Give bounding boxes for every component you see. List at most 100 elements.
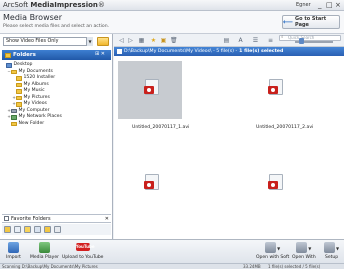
tree-item[interactable]: New Folder xyxy=(2,121,111,128)
app-title: ArcSoft MediaImpression® xyxy=(3,1,105,9)
sort-icon[interactable]: ▤ xyxy=(222,37,231,44)
file-thumbnail[interactable] xyxy=(118,156,182,214)
file-thumbnail[interactable] xyxy=(242,156,306,214)
folder-tree: Desktop − My Documents 1520 Installer My Alb… xyxy=(2,62,111,127)
upload-youtube-button[interactable]: YouTube Upload to YouTube xyxy=(62,242,103,260)
folder-icon[interactable]: ▣ xyxy=(160,37,167,44)
browser-toolbar: ◁ ▷ ▦ ★ ▣ 🗑 ▤ A ☰ ≡ ⌕ Quick Search xyxy=(114,34,344,47)
star-icon[interactable] xyxy=(24,226,31,233)
media-badge-icon xyxy=(268,86,278,94)
media-player-icon xyxy=(38,242,50,253)
media-player-button[interactable]: Media Player xyxy=(30,242,59,260)
favorites-checkbox[interactable] xyxy=(4,216,9,221)
status-scanning-text: Scanning D:\Backup\My Documents\My Pictu… xyxy=(2,264,98,269)
app-window: ArcSoft MediaImpression® Egner _ □ × Med… xyxy=(0,0,344,269)
open-with-icon xyxy=(296,242,308,253)
video-file-icon xyxy=(144,174,159,190)
file-name: Untitled_20070117_1.avi xyxy=(132,125,190,130)
folder-icon xyxy=(5,52,11,58)
status-size: 33.24MB xyxy=(243,264,261,269)
title-bar: ArcSoft MediaImpression® Egner _ □ × xyxy=(0,0,344,11)
open-with-button[interactable]: ▼ Open With xyxy=(292,242,316,260)
folder-open-icon[interactable] xyxy=(34,226,41,233)
video-file-icon xyxy=(268,79,283,95)
open-with-group: ▼ xyxy=(296,242,311,255)
file-thumbnail[interactable] xyxy=(118,61,182,119)
maximize-button[interactable]: □ xyxy=(326,1,333,9)
folder-icon xyxy=(16,76,22,81)
folders-menu-icon[interactable]: ⊞ ✕ xyxy=(95,51,105,57)
import-icon xyxy=(7,242,19,253)
filter-icon[interactable]: ☰ xyxy=(251,37,260,44)
thumbnail-size-icon[interactable]: ≡ xyxy=(266,37,275,44)
file-grid: Untitled_20070117_1.avi Untitled_20070117… xyxy=(114,56,344,239)
back-icon[interactable]: ◁ xyxy=(118,37,125,44)
open-with-soft-group: ▼ xyxy=(265,242,280,255)
setup-icon xyxy=(324,242,335,253)
folders-header: Folders ⊞ ✕ xyxy=(2,50,111,60)
open-with-soft-button[interactable]: ▼ Open with Soft xyxy=(256,242,289,260)
favorite-folders-header[interactable]: Favorite Folders ✕ xyxy=(2,214,111,223)
media-player-label: Media Player xyxy=(30,255,59,260)
file-filter-select[interactable]: Show Video Files Only xyxy=(3,37,93,46)
folders-title: Folders xyxy=(13,52,36,58)
start-page-label: Go to Start Page xyxy=(295,16,327,28)
setup-group: ▼ xyxy=(324,242,339,255)
remove-favorite-icon[interactable] xyxy=(54,226,61,233)
chevron-down-icon[interactable]: ▼ xyxy=(308,246,311,251)
file-thumbnail[interactable] xyxy=(242,61,306,119)
selection-count: 1 file(s) selected xyxy=(239,49,284,54)
delete-icon[interactable]: 🗑 xyxy=(170,37,178,44)
add-favorite-icon[interactable] xyxy=(4,226,11,233)
chevron-down-icon[interactable]: ▼ xyxy=(336,246,339,251)
app-suffix: ® xyxy=(97,1,105,9)
chevron-down-icon[interactable]: ▼ xyxy=(277,246,280,251)
chevron-down-icon[interactable]: ▼ xyxy=(86,37,93,46)
go-to-start-page-button[interactable]: ⟵ Go to Start Page xyxy=(282,15,340,29)
font-size-icon[interactable]: A xyxy=(236,37,245,44)
video-file-icon xyxy=(268,174,283,190)
tree-item-label: New Folder xyxy=(18,120,45,126)
youtube-icon: YouTube xyxy=(75,243,95,251)
folder-icon[interactable] xyxy=(14,226,21,233)
view-mode-icon[interactable]: ▦ xyxy=(137,37,146,44)
folder-icon xyxy=(11,121,17,126)
user-name: Egner xyxy=(296,2,311,8)
video-file-icon xyxy=(144,79,159,95)
open-with-soft-label: Open with Soft xyxy=(256,255,290,260)
star-icon[interactable]: ★ xyxy=(150,37,157,44)
folder-icon xyxy=(16,89,22,94)
select-all-checkbox[interactable] xyxy=(117,49,122,54)
path-bar: D:\Backup\My Documents\My Videos\ - 5 fi… xyxy=(114,47,344,56)
folder-icon xyxy=(11,69,17,74)
media-badge-icon xyxy=(144,181,154,189)
left-panel: Show Video Files Only ▼ Folders ⊞ ✕ Desk… xyxy=(0,34,113,239)
folder-add-icon[interactable] xyxy=(44,226,51,233)
open-with-soft-icon xyxy=(265,242,277,253)
status-file-count: 1 file(s) selected / 5 file(s) xyxy=(268,264,321,269)
open-with-label: Open With xyxy=(292,255,316,260)
favorites-toolbar xyxy=(2,224,111,235)
forward-icon[interactable]: ▷ xyxy=(127,37,134,44)
action-bar: Import Media Player YouTube Upload to Yo… xyxy=(0,239,344,263)
setup-button[interactable]: ▼ Setup xyxy=(324,242,339,260)
app-brand: ArcSoft xyxy=(3,1,29,9)
current-path: D:\Backup\My Documents\My Videos\ - 5 fi… xyxy=(124,49,238,54)
page-title: Media Browser xyxy=(3,13,62,22)
close-button[interactable]: × xyxy=(335,1,341,9)
status-bar: Scanning D:\Backup\My Documents\My Pictu… xyxy=(0,263,344,269)
folder-up-button[interactable] xyxy=(97,37,109,46)
media-badge-icon xyxy=(268,181,278,189)
app-product: MediaImpression xyxy=(30,1,98,9)
search-icon: ⌕ xyxy=(281,35,284,40)
favorites-close-icon[interactable]: ✕ xyxy=(105,216,109,222)
zoom-slider-thumb[interactable] xyxy=(299,38,304,44)
import-label: Import xyxy=(6,255,21,260)
desktop-icon xyxy=(6,63,12,68)
filter-row: Show Video Files Only ▼ xyxy=(3,37,111,47)
minimize-button[interactable]: _ xyxy=(318,1,322,9)
import-button[interactable]: Import xyxy=(6,242,21,260)
upload-youtube-label: Upload to YouTube xyxy=(62,255,104,260)
computer-icon xyxy=(11,108,17,113)
folder-icon xyxy=(16,102,22,107)
